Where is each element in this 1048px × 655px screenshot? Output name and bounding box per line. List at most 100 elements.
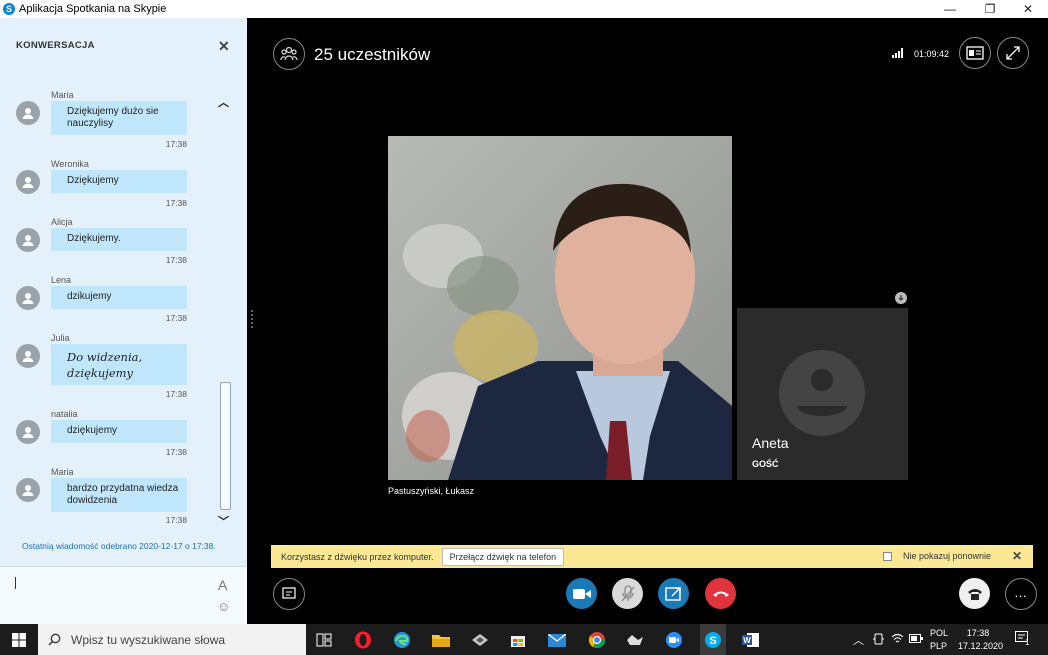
wifi-icon[interactable] — [891, 633, 904, 646]
battery-icon[interactable] — [909, 634, 923, 645]
message-text: Dziękujemy. — [51, 228, 187, 251]
message-text: Dziękujemy dużo sie nauczylisy — [51, 101, 187, 135]
hang-up-button[interactable] — [705, 578, 736, 609]
message-text: dzikujemy — [51, 286, 187, 309]
chat-message-input[interactable]: A ☺ — [0, 566, 247, 624]
message-text: dziękujemy — [51, 420, 187, 443]
zoom-app-icon[interactable] — [663, 629, 685, 651]
skype-logo-icon: S — [3, 3, 15, 15]
close-conversation-icon[interactable]: ✕ — [218, 38, 230, 55]
clock-date: 17.12.2020 — [958, 641, 1004, 651]
audio-notice-text: Korzystasz z dźwięku przez komputer. — [281, 551, 434, 562]
participants-count: 25 uczestników — [314, 45, 431, 64]
windows-start-icon[interactable] — [0, 624, 38, 655]
presenter-video[interactable] — [388, 136, 732, 480]
pin-icon[interactable] — [895, 292, 907, 304]
file-explorer-icon[interactable] — [430, 629, 452, 651]
video-camera-button[interactable] — [566, 578, 597, 609]
language-code: POL — [930, 628, 949, 638]
message-time: 17:38 — [165, 255, 187, 265]
message-time: 17:38 — [165, 447, 187, 457]
keyboard-layout: PLP — [930, 641, 948, 651]
scroll-up-icon[interactable]: ︿ — [218, 94, 229, 110]
chat-scrollbar[interactable] — [220, 382, 231, 510]
search-icon — [48, 633, 61, 646]
user-avatar-icon — [16, 420, 40, 444]
skype-taskbar-icon[interactable]: S — [700, 624, 726, 655]
dial-phone-button[interactable] — [959, 578, 990, 609]
message-time: 17:38 — [165, 515, 187, 525]
clock[interactable]: 17:38 17.12.2020 — [958, 628, 1004, 651]
text-format-icon[interactable]: A — [218, 577, 227, 593]
switch-audio-button[interactable]: Przełącz dźwięk na telefon — [441, 547, 565, 566]
panel-resize-handle[interactable] — [251, 310, 253, 328]
message-author: natalia — [51, 409, 78, 419]
microsoft-store-icon[interactable] — [507, 629, 529, 651]
close-notice-icon[interactable]: ✕ — [1012, 549, 1022, 563]
taskbar-search-box[interactable]: Wpisz tu wyszukiwane słowa — [38, 624, 306, 655]
search-placeholder: Wpisz tu wyszukiwane słowa — [71, 632, 226, 647]
chat-toggle-button[interactable] — [273, 578, 305, 610]
guest-video-tile[interactable]: Aneta GOŚĆ — [737, 308, 908, 480]
notification-count: 1 — [1025, 638, 1030, 647]
mail-icon[interactable] — [546, 629, 568, 651]
participants-icon[interactable] — [273, 38, 305, 70]
message-time: 17:38 — [165, 313, 187, 323]
word-icon[interactable]: W — [740, 629, 762, 651]
last-message-status: Ostatnią wiadomość odebrano 2020-12-17 o… — [22, 541, 216, 551]
dont-show-checkbox[interactable] — [883, 552, 892, 561]
message-time: 17:38 — [165, 389, 187, 399]
user-avatar-icon — [16, 286, 40, 310]
network-app-icon[interactable] — [469, 629, 491, 651]
message-author: Maria — [51, 467, 74, 477]
title-bar: S Aplikacja Spotkania na Skypie — ❐ ✕ — [0, 0, 1048, 18]
call-duration: 01:09:42 — [914, 49, 950, 59]
restore-button[interactable]: ❐ — [972, 0, 1008, 18]
tray-overflow-icon[interactable]: ︿ — [853, 632, 864, 648]
presenter-name-label: Pastuszyński, Łukasz — [388, 486, 475, 496]
media-app-icon[interactable] — [624, 629, 646, 651]
presenter-video-frame — [388, 136, 732, 480]
message-text: Dziękujemy — [51, 170, 187, 193]
user-avatar-icon — [16, 344, 40, 368]
device-icon[interactable] — [873, 633, 884, 647]
layout-view-button[interactable] — [959, 37, 991, 69]
scroll-down-icon[interactable]: ﹀ — [218, 513, 229, 529]
message-author: Alicja — [51, 217, 73, 227]
chrome-browser-icon[interactable] — [586, 629, 608, 651]
user-avatar-icon — [16, 228, 40, 252]
edge-browser-icon[interactable] — [391, 629, 413, 651]
message-text: Do widzenia, dziękujemy — [51, 344, 187, 385]
window-title: Aplikacja Spotkania na Skypie — [19, 3, 167, 15]
fullscreen-button[interactable] — [997, 37, 1029, 69]
microphone-muted-button[interactable] — [612, 578, 643, 609]
minimize-button[interactable]: — — [932, 0, 968, 18]
guest-avatar-icon — [779, 350, 865, 436]
message-author: Lena — [51, 275, 72, 285]
message-author: Julia — [51, 333, 70, 343]
message-time: 17:38 — [165, 198, 187, 208]
message-text: bardzo przydatna wiedza dowidzenia — [51, 478, 187, 512]
share-screen-button[interactable] — [658, 578, 689, 609]
close-window-button[interactable]: ✕ — [1010, 0, 1046, 18]
more-options-button[interactable]: … — [1005, 578, 1037, 610]
message-author: Maria — [51, 90, 74, 100]
opera-browser-icon[interactable] — [352, 629, 374, 651]
user-avatar-icon — [16, 101, 40, 125]
svg-text:S: S — [709, 635, 716, 647]
text-caret — [15, 577, 16, 589]
user-avatar-icon — [16, 170, 40, 194]
task-view-icon[interactable] — [313, 629, 335, 651]
message-author: Weronika — [51, 159, 89, 169]
input-language[interactable]: POL PLP — [930, 628, 948, 651]
signal-strength-icon — [892, 48, 903, 58]
guest-name: Aneta — [752, 435, 789, 451]
audio-notice-bar: Korzystasz z dźwięku przez komputer. Prz… — [271, 545, 1033, 568]
conversation-heading: KONWERSACJA — [16, 40, 95, 51]
conversation-panel: KONWERSACJA ✕ ︿ ﹀ Maria Dziękujemy dużo … — [0, 18, 247, 624]
clock-time: 17:38 — [966, 628, 990, 638]
notifications-icon[interactable]: 1 — [1015, 631, 1031, 648]
user-avatar-icon — [16, 478, 40, 502]
emoji-icon[interactable]: ☺ — [217, 599, 230, 614]
windows-taskbar: Wpisz tu wyszukiwane słowa S W ︿ POL PLP… — [0, 624, 1048, 655]
